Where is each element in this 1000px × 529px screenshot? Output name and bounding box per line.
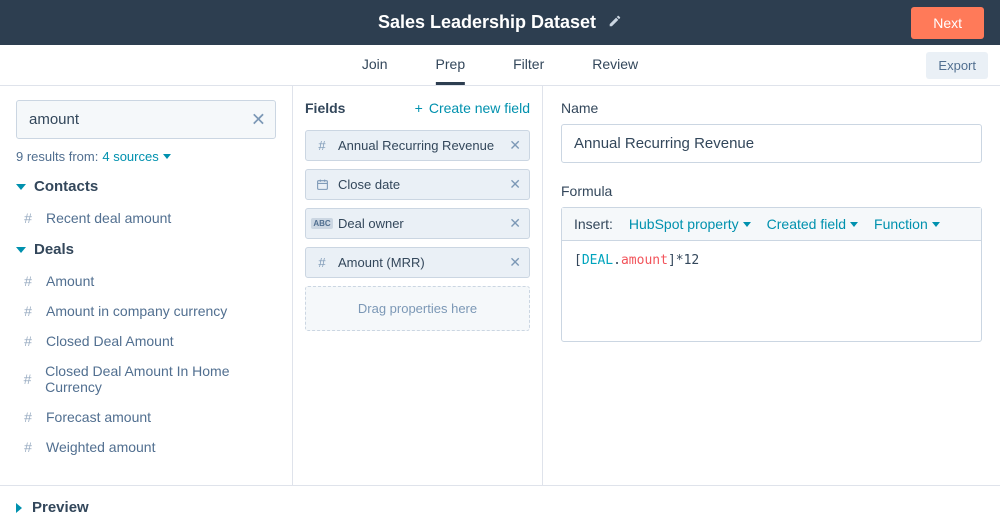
dropzone[interactable]: Drag properties here [305, 286, 530, 331]
property-item[interactable]: # Amount [16, 266, 276, 296]
chip-label: Amount (MRR) [338, 255, 501, 270]
content: ✕ 9 results from: 4 sources Contacts # R… [0, 86, 1000, 485]
number-type-icon: # [20, 439, 36, 455]
number-type-icon: # [20, 303, 36, 319]
remove-chip-icon[interactable]: ✕ [509, 254, 521, 271]
property-label: Closed Deal Amount In Home Currency [45, 363, 276, 395]
chevron-down-icon [163, 154, 171, 159]
property-item[interactable]: # Closed Deal Amount [16, 326, 276, 356]
search-input[interactable] [16, 100, 276, 139]
formula-token: ] [668, 253, 676, 268]
group-deals[interactable]: Deals [16, 241, 276, 258]
remove-chip-icon[interactable]: ✕ [509, 176, 521, 193]
field-chip[interactable]: ABC Deal owner ✕ [305, 208, 530, 239]
chevron-down-icon [16, 247, 26, 253]
number-type-icon: # [20, 210, 36, 226]
chevron-down-icon [743, 222, 751, 227]
editor-panel: Name Formula Insert: HubSpot property Cr… [543, 86, 1000, 485]
tab-review[interactable]: Review [592, 45, 638, 85]
insert-function[interactable]: Function [874, 216, 940, 232]
chip-label: Close date [338, 177, 501, 192]
preview-label: Preview [32, 499, 89, 516]
chevron-right-icon [16, 503, 22, 513]
group-label: Contacts [34, 178, 98, 195]
chevron-down-icon [16, 184, 26, 190]
property-label: Closed Deal Amount [46, 333, 174, 349]
property-label: Amount in company currency [46, 303, 227, 319]
property-item[interactable]: # Amount in company currency [16, 296, 276, 326]
property-item[interactable]: # Weighted amount [16, 432, 276, 462]
fields-panel: Fields + Create new field # Annual Recur… [293, 86, 543, 485]
results-count-text: 9 results from: [16, 149, 98, 164]
create-field-text: Create new field [429, 100, 530, 116]
number-type-icon: # [20, 273, 36, 289]
number-type-icon: # [20, 371, 35, 387]
fields-header: Fields + Create new field [305, 100, 530, 116]
formula-token: DEAL [582, 253, 613, 268]
properties-panel: ✕ 9 results from: 4 sources Contacts # R… [0, 86, 293, 485]
number-type-icon: # [314, 138, 330, 153]
header-title-group: Sales Leadership Dataset [378, 12, 622, 33]
edit-icon[interactable] [608, 12, 622, 33]
insert-created-field[interactable]: Created field [767, 216, 858, 232]
sources-dropdown[interactable]: 4 sources [102, 149, 170, 164]
property-item[interactable]: # Recent deal amount [16, 203, 276, 233]
search-wrap: ✕ [16, 100, 276, 139]
property-label: Forecast amount [46, 409, 151, 425]
field-chip[interactable]: # Amount (MRR) ✕ [305, 247, 530, 278]
insert-toolbar: Insert: HubSpot property Created field F… [562, 208, 981, 241]
app-header: Sales Leadership Dataset Next [0, 0, 1000, 45]
text-type-icon: ABC [314, 218, 330, 229]
create-field-link[interactable]: + Create new field [415, 100, 530, 116]
sources-link-text: 4 sources [102, 149, 158, 164]
export-button[interactable]: Export [926, 52, 988, 79]
chip-label: Deal owner [338, 216, 501, 231]
chip-label: Annual Recurring Revenue [338, 138, 501, 153]
property-label: Recent deal amount [46, 210, 171, 226]
property-label: Amount [46, 273, 94, 289]
date-type-icon [314, 178, 330, 191]
formula-box: Insert: HubSpot property Created field F… [561, 207, 982, 342]
clear-search-icon[interactable]: ✕ [251, 109, 266, 130]
remove-chip-icon[interactable]: ✕ [509, 137, 521, 154]
formula-token: *12 [676, 253, 699, 268]
number-type-icon: # [314, 255, 330, 270]
tabs-row: Join Prep Filter Review Export [0, 45, 1000, 86]
property-item[interactable]: # Forecast amount [16, 402, 276, 432]
fields-label: Fields [305, 100, 345, 116]
formula-token: amount [621, 253, 668, 268]
name-label: Name [561, 100, 982, 116]
group-contacts[interactable]: Contacts [16, 178, 276, 195]
field-name-input[interactable] [561, 124, 982, 163]
page-title: Sales Leadership Dataset [378, 12, 596, 33]
field-chip[interactable]: # Annual Recurring Revenue ✕ [305, 130, 530, 161]
next-button[interactable]: Next [911, 7, 984, 39]
insert-hubspot-property[interactable]: HubSpot property [629, 216, 751, 232]
insert-label: Insert: [574, 216, 613, 232]
tab-prep[interactable]: Prep [436, 45, 466, 85]
property-label: Weighted amount [46, 439, 155, 455]
tabs: Join Prep Filter Review [362, 45, 638, 85]
remove-chip-icon[interactable]: ✕ [509, 215, 521, 232]
insert-option-text: Function [874, 216, 928, 232]
property-item[interactable]: # Closed Deal Amount In Home Currency [16, 356, 276, 402]
formula-editor[interactable]: [DEAL.amount]*12 [562, 241, 981, 341]
formula-token: [ [574, 253, 582, 268]
insert-option-text: HubSpot property [629, 216, 739, 232]
formula-token: . [613, 253, 621, 268]
formula-label: Formula [561, 183, 982, 199]
preview-toggle[interactable]: Preview [0, 485, 1000, 529]
tab-join[interactable]: Join [362, 45, 388, 85]
chevron-down-icon [850, 222, 858, 227]
number-type-icon: # [20, 333, 36, 349]
group-label: Deals [34, 241, 74, 258]
chevron-down-icon [932, 222, 940, 227]
tab-filter[interactable]: Filter [513, 45, 544, 85]
field-chip[interactable]: Close date ✕ [305, 169, 530, 200]
results-summary: 9 results from: 4 sources [16, 149, 276, 164]
number-type-icon: # [20, 409, 36, 425]
plus-icon: + [415, 100, 423, 116]
insert-option-text: Created field [767, 216, 846, 232]
